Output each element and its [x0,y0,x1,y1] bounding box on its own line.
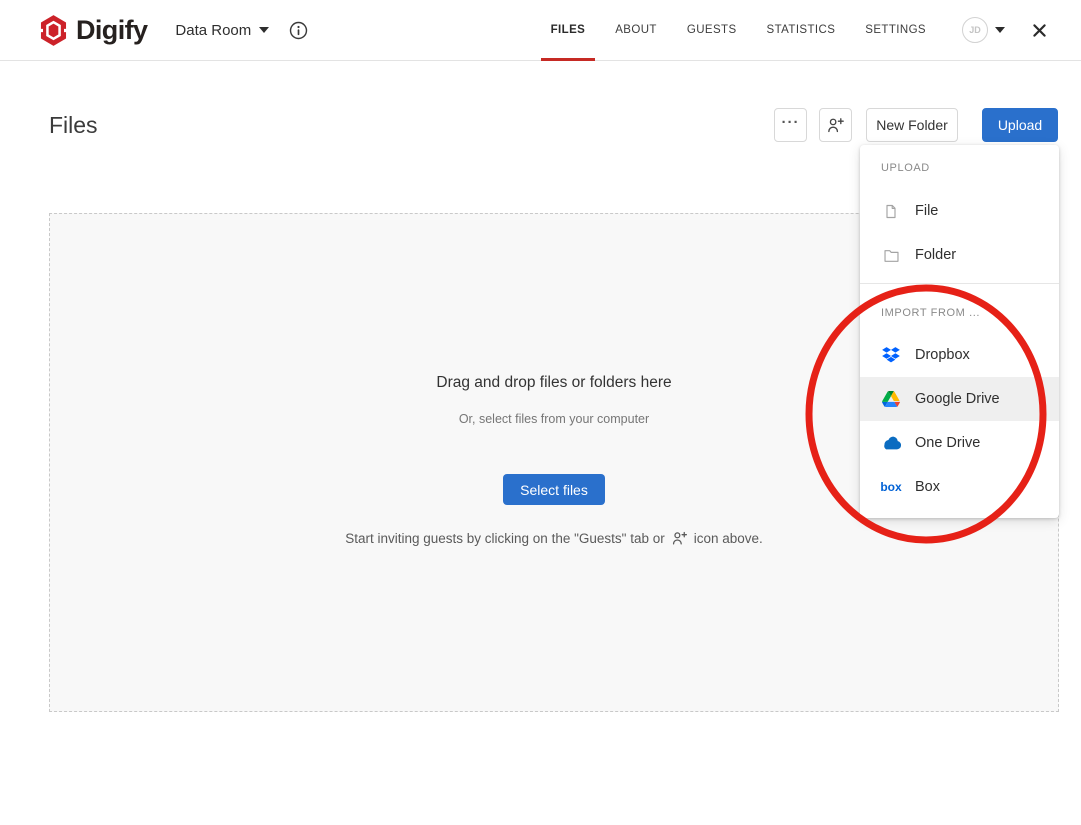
google-drive-icon [881,391,901,407]
tab-about[interactable]: ABOUT [615,0,657,61]
tab-guests-label: GUESTS [687,24,737,36]
menu-item-label: One Drive [915,435,980,451]
hint-prefix: Start inviting guests by clicking on the… [345,531,665,546]
menu-item-google-drive[interactable]: Google Drive [860,377,1059,421]
invite-guests-hint: Start inviting guests by clicking on the… [345,530,763,547]
digify-logo-icon [40,15,67,46]
person-add-icon [826,116,845,135]
hint-suffix: icon above. [694,531,763,546]
more-options-button[interactable]: ··· [774,108,807,142]
upload-dropdown-menu: UPLOAD File Folder IMPORT FROM ... [860,145,1059,518]
menu-item-label: File [915,203,938,219]
toolbar-buttons: ··· New Folder Upload [774,108,1058,142]
tab-settings-label: SETTINGS [865,24,926,36]
page-title: Files [49,112,98,139]
tab-about-label: ABOUT [615,24,657,36]
menu-section-upload: UPLOAD [860,155,1059,181]
dropbox-icon [881,347,901,363]
close-icon[interactable] [1031,22,1048,39]
dropzone-or-text: Or, select files from your computer [459,412,649,426]
menu-divider [860,283,1059,284]
tab-statistics[interactable]: STATISTICS [767,0,836,61]
new-folder-button[interactable]: New Folder [866,108,958,142]
menu-item-label: Dropbox [915,347,970,363]
digify-logo: Digify [40,15,147,46]
menu-item-label: Folder [915,247,956,263]
folder-icon [881,248,901,263]
menu-item-file[interactable]: File [860,189,1059,233]
tab-files-label: FILES [551,24,586,36]
menu-item-label: Box [915,479,940,495]
chevron-down-icon [259,27,269,33]
app-header: Digify Data Room FILES ABOUT GUESTS STAT… [0,0,1081,61]
menu-section-import: IMPORT FROM ... [860,300,1059,326]
info-icon[interactable] [289,21,308,40]
menu-item-folder[interactable]: Folder [860,233,1059,277]
user-menu[interactable]: JD [962,17,1005,43]
files-toolbar: Files ··· New Folder Upload [49,108,1058,142]
dropzone-drag-text: Drag and drop files or folders here [436,374,671,392]
tab-settings[interactable]: SETTINGS [865,0,926,61]
person-add-icon [670,530,689,547]
workspace-label: Data Room [175,22,251,39]
file-icon [881,203,901,220]
upload-button[interactable]: Upload [982,108,1058,142]
chevron-down-icon [995,27,1005,33]
main-nav: FILES ABOUT GUESTS STATISTICS SETTINGS J… [551,0,1048,61]
menu-item-dropbox[interactable]: Dropbox [860,333,1059,377]
invite-guest-button[interactable] [819,108,852,142]
menu-item-one-drive[interactable]: One Drive [860,421,1059,465]
avatar: JD [962,17,988,43]
select-files-button[interactable]: Select files [503,474,605,505]
menu-item-box[interactable]: box Box [860,465,1059,509]
tab-guests[interactable]: GUESTS [687,0,737,61]
box-icon: box [881,480,901,494]
tab-statistics-label: STATISTICS [767,24,836,36]
workspace-selector[interactable]: Data Room [175,22,269,39]
tab-files[interactable]: FILES [551,0,586,61]
menu-item-label: Google Drive [915,391,1000,407]
onedrive-icon [881,436,901,450]
brand-name: Digify [76,15,147,46]
